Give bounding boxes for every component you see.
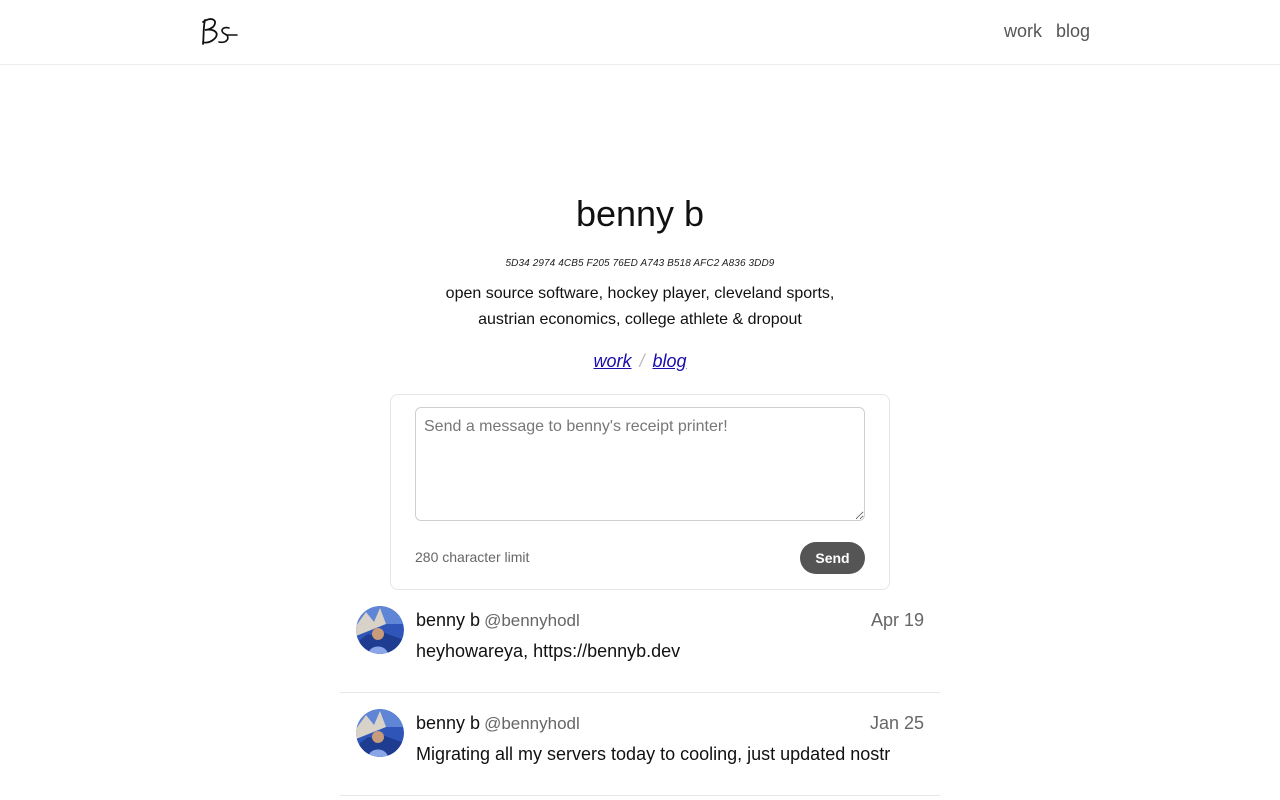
pgp-fingerprint: 5D34 2974 4CB5 F205 76ED A743 B518 AFC2 … bbox=[505, 258, 775, 269]
post-author[interactable]: benny b bbox=[416, 610, 480, 630]
profile-links: work / blog bbox=[0, 351, 1280, 372]
avatar[interactable] bbox=[356, 606, 404, 654]
profile-bio: open source software, hockey player, cle… bbox=[440, 281, 840, 333]
post-feed: benny b @bennyhodl Apr 19 heyhowareya, ht… bbox=[340, 590, 940, 796]
avatar-image-icon bbox=[356, 709, 404, 757]
post-header: benny b @bennyhodl bbox=[416, 610, 580, 631]
post-handle[interactable]: @bennyhodl bbox=[484, 714, 580, 733]
post-body: heyhowareya, https://bennyb.dev bbox=[416, 641, 681, 661]
profile-name: benny b bbox=[575, 193, 705, 234]
site-logo[interactable] bbox=[199, 14, 239, 48]
blog-link[interactable]: blog bbox=[653, 351, 687, 371]
link-separator: / bbox=[639, 351, 645, 371]
post-body: Migrating all my servers today to coolin… bbox=[416, 744, 891, 764]
post-author[interactable]: benny b bbox=[416, 713, 480, 733]
nav-work-link[interactable]: work bbox=[1004, 21, 1042, 42]
message-input[interactable] bbox=[415, 407, 865, 521]
nav-blog-link[interactable]: blog bbox=[1056, 21, 1090, 42]
top-nav-links: work blog bbox=[1004, 21, 1090, 42]
post-item[interactable]: benny b @bennyhodl Apr 19 heyhowareya, ht… bbox=[340, 590, 940, 693]
send-button[interactable]: Send bbox=[800, 542, 865, 574]
post-header: benny b @bennyhodl bbox=[416, 713, 580, 734]
avatar[interactable] bbox=[356, 709, 404, 757]
post-date[interactable]: Apr 19 bbox=[871, 610, 924, 631]
signature-logo-icon bbox=[202, 18, 238, 45]
top-navbar: work blog bbox=[0, 0, 1280, 65]
message-composer: 280 character limit Send bbox=[390, 394, 890, 590]
post-item[interactable]: benny b @bennyhodl Jan 25 Migrating all m… bbox=[340, 693, 940, 796]
avatar-image-icon bbox=[356, 606, 404, 654]
post-date[interactable]: Jan 25 bbox=[870, 713, 924, 734]
post-handle[interactable]: @bennyhodl bbox=[484, 611, 580, 630]
bio-line: austrian economics, college athlete & dr… bbox=[478, 311, 802, 328]
work-link[interactable]: work bbox=[593, 351, 631, 371]
character-limit-text: 280 character limit bbox=[415, 549, 530, 565]
bio-line: open source software, hockey player, cle… bbox=[445, 285, 835, 302]
